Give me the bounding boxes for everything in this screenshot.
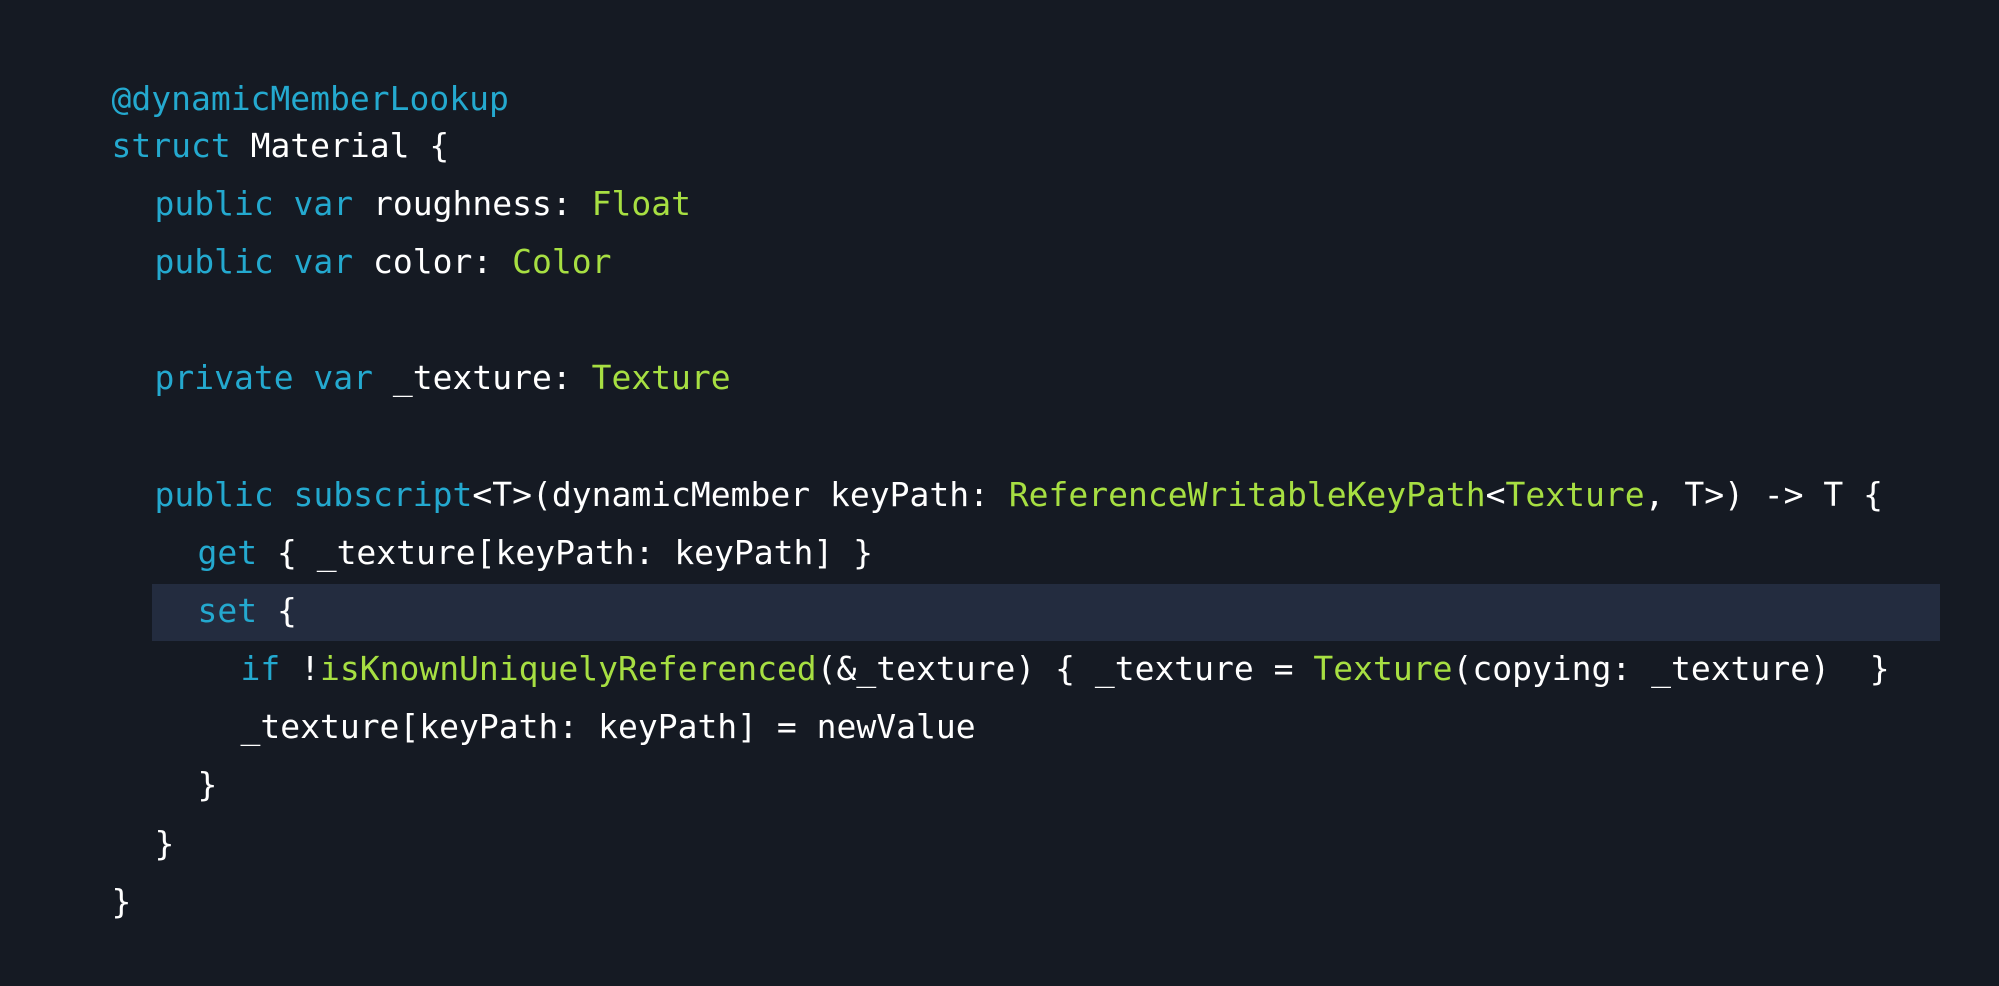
code-view: @dynamicMemberLookup struct Material { p… xyxy=(0,0,1999,921)
code-token: } xyxy=(197,765,218,804)
code-token: , T>) -> T { xyxy=(1644,475,1884,514)
code-line-16: } xyxy=(32,818,131,921)
code-token: Texture xyxy=(1505,475,1645,514)
code-token: < xyxy=(1485,475,1506,514)
code-line-12: if !isKnownUniquelyReferenced(&_texture)… xyxy=(161,585,1889,688)
code-token: Texture xyxy=(591,358,731,397)
code-token: _texture: xyxy=(373,358,592,397)
code-token: (copying: _texture) } xyxy=(1452,649,1890,688)
code-line-4: public var color: Color xyxy=(75,178,611,281)
code-token: ReferenceWritableKeyPath xyxy=(1008,475,1486,514)
code-token: Color xyxy=(512,242,612,281)
code-token: { _texture[keyPath: keyPath] } xyxy=(257,533,873,572)
code-line-14: } xyxy=(118,701,217,804)
code-token: private var xyxy=(154,358,374,397)
code-token: public var xyxy=(154,242,354,281)
code-line-2: struct Material { xyxy=(32,62,449,165)
code-token: } xyxy=(154,824,175,863)
code-line-9: get { _texture[keyPath: keyPath] } xyxy=(118,469,873,572)
code-token: Texture xyxy=(1313,649,1453,688)
code-line-10: set { xyxy=(118,527,296,630)
code-token: } xyxy=(111,882,132,921)
code-line-3: public var roughness: Float xyxy=(75,120,690,223)
code-line-15: } xyxy=(75,760,174,863)
code-line-13: _texture[keyPath: keyPath] = newValue xyxy=(161,643,975,746)
code-line-6: private var _texture: Texture xyxy=(75,294,730,397)
code-token: _texture[keyPath: keyPath] = newValue xyxy=(240,707,976,746)
code-line-8: public subscript<T>(dynamicMember keyPat… xyxy=(75,411,1883,514)
code-token: color: xyxy=(353,242,513,281)
